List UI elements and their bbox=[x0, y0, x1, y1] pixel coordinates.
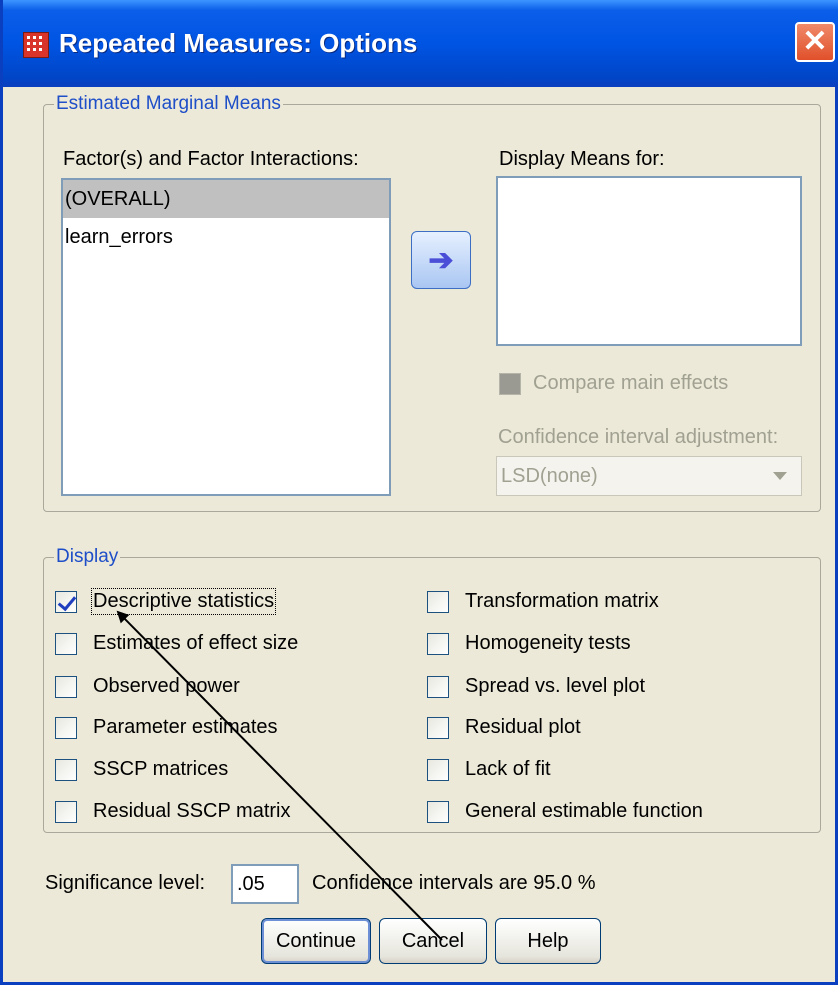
emm-legend: Estimated Marginal Means bbox=[54, 93, 283, 115]
display-legend: Display bbox=[54, 546, 121, 568]
sscp-matrices-option[interactable]: SSCP matrices bbox=[55, 758, 228, 781]
chevron-down-icon bbox=[773, 472, 787, 480]
compare-main-effects-option: Compare main effects bbox=[499, 372, 728, 395]
compare-main-effects-checkbox[interactable] bbox=[499, 372, 521, 395]
sscp-matrices-label: SSCP matrices bbox=[93, 758, 229, 780]
parameter-estimates-label: Parameter estimates bbox=[93, 716, 278, 738]
close-button[interactable]: ✕ bbox=[795, 22, 835, 62]
homogeneity-tests-option[interactable]: Homogeneity tests bbox=[427, 632, 631, 655]
observed-power-option[interactable]: Observed power bbox=[55, 675, 240, 698]
transformation-matrix-option[interactable]: Transformation matrix bbox=[427, 590, 659, 613]
factors-label: Factor(s) and Factor Interactions: bbox=[63, 148, 359, 170]
help-button[interactable]: Help bbox=[495, 918, 601, 964]
descriptive-statistics-checkbox[interactable] bbox=[55, 590, 77, 613]
sscp-matrices-checkbox[interactable] bbox=[55, 758, 77, 781]
confidence-interval-text: Confidence intervals are 95.0 % bbox=[312, 872, 596, 894]
ci-adjustment-value: LSD(none) bbox=[501, 465, 598, 487]
descriptive-statistics-option[interactable]: Descriptive statistics bbox=[55, 588, 277, 615]
homogeneity-tests-checkbox[interactable] bbox=[427, 632, 449, 655]
options-dialog: Repeated Measures: Options ✕ Estimated M… bbox=[0, 0, 838, 985]
observed-power-label: Observed power bbox=[93, 675, 240, 697]
right-arrow-icon: ➔ bbox=[428, 243, 454, 277]
general-estimable-function-label: General estimable function bbox=[465, 800, 703, 822]
spread-level-plot-option[interactable]: Spread vs. level plot bbox=[427, 675, 645, 698]
effect-size-checkbox[interactable] bbox=[55, 632, 77, 655]
ci-adjustment-label: Confidence interval adjustment: bbox=[498, 426, 779, 448]
lack-of-fit-label: Lack of fit bbox=[465, 758, 551, 780]
close-icon: ✕ bbox=[802, 25, 828, 58]
title-bar[interactable]: Repeated Measures: Options ✕ bbox=[3, 0, 838, 87]
factors-listbox[interactable]: (OVERALL) learn_errors bbox=[61, 178, 391, 496]
cancel-button[interactable]: Cancel bbox=[379, 918, 487, 964]
residual-sscp-checkbox[interactable] bbox=[55, 800, 77, 823]
residual-sscp-option[interactable]: Residual SSCP matrix bbox=[55, 800, 290, 823]
spread-level-plot-label: Spread vs. level plot bbox=[465, 675, 646, 697]
display-means-label: Display Means for: bbox=[499, 148, 665, 170]
residual-plot-option[interactable]: Residual plot bbox=[427, 716, 581, 739]
move-to-display-button[interactable]: ➔ bbox=[411, 231, 471, 289]
compare-main-effects-label: Compare main effects bbox=[533, 372, 729, 394]
effect-size-label: Estimates of effect size bbox=[93, 632, 299, 654]
residual-plot-checkbox[interactable] bbox=[427, 716, 449, 739]
transformation-matrix-checkbox[interactable] bbox=[427, 590, 449, 613]
homogeneity-tests-label: Homogeneity tests bbox=[465, 632, 631, 654]
descriptive-statistics-label: Descriptive statistics bbox=[90, 588, 277, 615]
list-item[interactable]: learn_errors bbox=[63, 218, 389, 256]
general-estimable-function-option[interactable]: General estimable function bbox=[427, 800, 703, 823]
parameter-estimates-option[interactable]: Parameter estimates bbox=[55, 716, 278, 739]
significance-label: Significance level: bbox=[45, 872, 206, 894]
display-means-listbox[interactable] bbox=[496, 176, 802, 346]
observed-power-checkbox[interactable] bbox=[55, 675, 77, 698]
significance-input[interactable]: .05 bbox=[231, 864, 299, 904]
spread-level-plot-checkbox[interactable] bbox=[427, 675, 449, 698]
list-item[interactable]: (OVERALL) bbox=[63, 180, 389, 218]
spss-grid-icon bbox=[23, 32, 49, 58]
continue-button[interactable]: Continue bbox=[261, 918, 371, 964]
lack-of-fit-checkbox[interactable] bbox=[427, 758, 449, 781]
residual-plot-label: Residual plot bbox=[465, 716, 581, 738]
effect-size-option[interactable]: Estimates of effect size bbox=[55, 632, 298, 655]
lack-of-fit-option[interactable]: Lack of fit bbox=[427, 758, 551, 781]
ci-adjustment-select[interactable]: LSD(none) bbox=[496, 456, 802, 496]
transformation-matrix-label: Transformation matrix bbox=[465, 590, 659, 612]
general-estimable-function-checkbox[interactable] bbox=[427, 800, 449, 823]
parameter-estimates-checkbox[interactable] bbox=[55, 716, 77, 739]
window-title: Repeated Measures: Options bbox=[59, 28, 418, 58]
residual-sscp-label: Residual SSCP matrix bbox=[93, 800, 291, 822]
